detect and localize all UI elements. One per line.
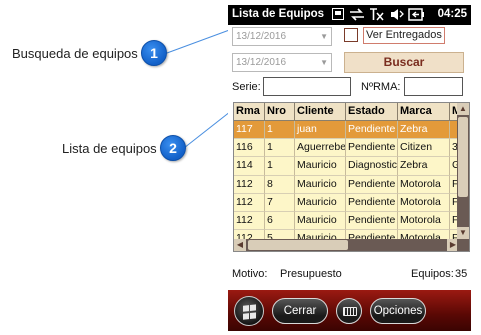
cell-nro: 7 <box>265 193 295 212</box>
column-header-marca[interactable]: Marca <box>398 103 450 121</box>
cell-nro: 1 <box>265 157 295 176</box>
table-body: 117 1 juan Pendiente Zebra 116 1 Aguerrebe Pendi… <box>234 121 462 249</box>
table-row[interactable]: 117 1 juan Pendiente Zebra <box>234 121 462 140</box>
ver-entregados-checkbox[interactable] <box>344 28 358 42</box>
vertical-scroll-thumb[interactable] <box>458 117 468 197</box>
table-row[interactable]: 1126MauricioPendienteMotorolaF) <box>234 211 462 231</box>
cell-cliente: Mauricio <box>295 211 346 231</box>
vertical-scrollbar[interactable]: ▲ ▼ <box>457 103 469 239</box>
device-screen: Lista de Equipos 04:25 13/12/2016 ▼ Ver … <box>228 5 471 331</box>
horizontal-scrollbar[interactable]: ◀ ▶ <box>234 239 459 251</box>
cell-marca: Zebra <box>398 157 450 176</box>
column-header-estado[interactable]: Estado <box>346 103 398 121</box>
cell-rma: 117 <box>234 121 265 140</box>
cell-marca: Zebra <box>398 121 450 140</box>
cell-nro: 1 <box>265 121 295 140</box>
cell-marca: Citizen <box>398 139 450 158</box>
cell-estado: Pendiente <box>346 121 398 140</box>
cell-estado: Pendiente <box>346 139 398 158</box>
cell-marca: Motorola <box>398 193 450 212</box>
cell-nro: 8 <box>265 175 295 194</box>
date-to-picker[interactable]: 13/12/2016 ▼ <box>232 53 332 72</box>
sync-arrows-icon[interactable] <box>349 8 365 22</box>
cell-rma: 112 <box>234 193 265 212</box>
motivo-label: Motivo: <box>232 268 268 280</box>
windows-start-button[interactable] <box>234 296 264 326</box>
cell-cliente: juan <box>295 121 346 140</box>
cell-estado: Pendiente <box>346 193 398 212</box>
column-header-rma[interactable]: Rma <box>234 103 265 121</box>
windows-logo-icon <box>243 304 257 320</box>
chevron-down-icon[interactable]: ▼ <box>320 28 328 45</box>
cell-rma: 114 <box>234 157 265 176</box>
cell-nro: 1 <box>265 139 295 158</box>
horizontal-scroll-thumb[interactable] <box>248 240 348 250</box>
cell-rma: 112 <box>234 211 265 231</box>
table-row[interactable]: 1128MauricioPendienteMotorolaF) <box>234 175 462 194</box>
scroll-down-icon[interactable]: ▼ <box>457 227 469 239</box>
scroll-left-icon[interactable]: ◀ <box>234 239 246 251</box>
callout-badge-2: 2 <box>160 135 186 161</box>
scrollbar-corner <box>457 239 469 251</box>
table-row[interactable]: 1141MauricioDiagnosticZebraG( <box>234 157 462 176</box>
table-row[interactable]: 1161AguerrebePendienteCitizen37 <box>234 139 462 158</box>
date-from-picker[interactable]: 13/12/2016 ▼ <box>232 27 332 46</box>
equipos-table[interactable]: Rma Nro Cliente Estado Marca M 1171juanP… <box>233 102 470 252</box>
scroll-up-icon[interactable]: ▲ <box>457 103 469 115</box>
speaker-icon[interactable] <box>390 8 404 22</box>
equipos-count: 35 <box>455 268 468 280</box>
keyboard-status-icon[interactable] <box>332 8 344 22</box>
callout-badge-1: 1 <box>141 40 167 66</box>
cerrar-button[interactable]: Cerrar <box>272 298 328 324</box>
cell-cliente: Mauricio <box>295 193 346 212</box>
signal-off-icon[interactable] <box>369 8 384 22</box>
opciones-button[interactable]: Opciones <box>370 298 426 324</box>
title-bar: Lista de Equipos 04:25 <box>228 5 471 25</box>
column-header-cliente[interactable]: Cliente <box>295 103 346 121</box>
chevron-down-icon[interactable]: ▼ <box>320 54 328 71</box>
keyboard-toggle-button[interactable] <box>336 298 362 324</box>
cell-rma: 112 <box>234 175 265 194</box>
cell-nro: 6 <box>265 211 295 231</box>
cell-marca: Motorola <box>398 175 450 194</box>
cell-cliente: Aguerrebe <box>295 139 346 158</box>
equipos-label: Equipos: <box>411 268 454 280</box>
callout-label-busqueda: Busqueda de equipos <box>12 46 138 61</box>
rma-input[interactable] <box>404 77 463 96</box>
serie-input[interactable] <box>263 77 351 96</box>
cell-cliente: Mauricio <box>295 157 346 176</box>
date-from-value: 13/12/2016 <box>236 31 287 42</box>
cell-estado: Diagnostic <box>346 157 398 176</box>
callout-label-lista: Lista de equipos <box>62 141 157 156</box>
keyboard-icon <box>343 307 357 316</box>
cell-estado: Pendiente <box>346 175 398 194</box>
serie-label: Serie: <box>232 81 261 93</box>
motivo-value: Presupuesto <box>280 268 342 280</box>
cell-estado: Pendiente <box>346 211 398 231</box>
cell-marca: Motorola <box>398 211 450 231</box>
bottom-menu-bar: Cerrar Opciones <box>228 290 471 331</box>
battery-icon[interactable] <box>408 8 425 22</box>
app-title: Lista de Equipos <box>232 8 325 20</box>
ver-entregados-label[interactable]: Ver Entregados <box>363 27 445 44</box>
rma-label: NºRMA: <box>361 81 401 93</box>
table-row[interactable]: 1127MauricioPendienteMotorolaF) <box>234 193 462 212</box>
cell-rma: 116 <box>234 139 265 158</box>
column-header-nro[interactable]: Nro <box>265 103 295 121</box>
date-to-value: 13/12/2016 <box>236 57 287 68</box>
clock-time: 04:25 <box>437 8 467 20</box>
buscar-button[interactable]: Buscar <box>344 52 464 73</box>
table-header: Rma Nro Cliente Estado Marca M <box>234 103 462 121</box>
cell-cliente: Mauricio <box>295 175 346 194</box>
